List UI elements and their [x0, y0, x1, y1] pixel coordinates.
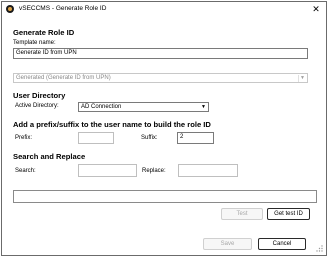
save-button[interactable]: Save — [203, 238, 252, 250]
active-directory-label: Active Directory: — [15, 103, 59, 109]
cancel-button[interactable]: Cancel — [258, 238, 306, 250]
search-label: Search: — [15, 168, 36, 174]
window-title: vSECCMS - Generate Role ID — [19, 5, 107, 12]
resize-grip-icon[interactable] — [315, 244, 323, 252]
prefix-label: Prefix: — [15, 135, 33, 141]
title-bar: vSECCMS - Generate Role ID ✕ — [2, 2, 326, 17]
test-button[interactable]: Test — [221, 208, 263, 220]
replace-input[interactable] — [178, 164, 238, 177]
prefix-input[interactable] — [78, 132, 114, 144]
template-name-input[interactable]: Generate ID from UPN — [13, 48, 308, 59]
active-directory-value: AD Connection — [81, 104, 122, 110]
template-name-label: Template name: — [13, 40, 56, 46]
suffix-label: Suffix: — [141, 135, 158, 141]
generate-role-id-heading: Generate Role ID — [13, 28, 75, 37]
cancel-button-label: Cancel — [272, 241, 292, 247]
close-button[interactable]: ✕ — [310, 3, 322, 15]
generated-select-value: Generated (Generate ID from UPN) — [16, 75, 111, 81]
user-directory-heading: User Directory — [13, 91, 66, 100]
dialog-window: vSECCMS - Generate Role ID ✕ Generate Ro… — [1, 1, 327, 256]
suffix-input[interactable]: 2 — [177, 132, 214, 144]
chevron-down-icon: ▼ — [298, 75, 306, 82]
chevron-down-icon: ▼ — [201, 104, 206, 110]
save-button-label: Save — [220, 241, 235, 247]
generated-select[interactable]: Generated (Generate ID from UPN) ▼ — [13, 73, 308, 83]
search-replace-heading: Search and Replace — [13, 152, 86, 161]
app-logo-icon — [6, 5, 14, 13]
replace-label: Replace: — [142, 168, 166, 174]
get-test-id-button[interactable]: Get test ID — [267, 208, 310, 220]
search-input[interactable] — [78, 164, 137, 177]
active-directory-select[interactable]: AD Connection ▼ — [78, 102, 209, 112]
prefix-suffix-heading: Add a prefix/suffix to the user name to … — [13, 120, 211, 129]
result-output-box — [13, 190, 317, 203]
